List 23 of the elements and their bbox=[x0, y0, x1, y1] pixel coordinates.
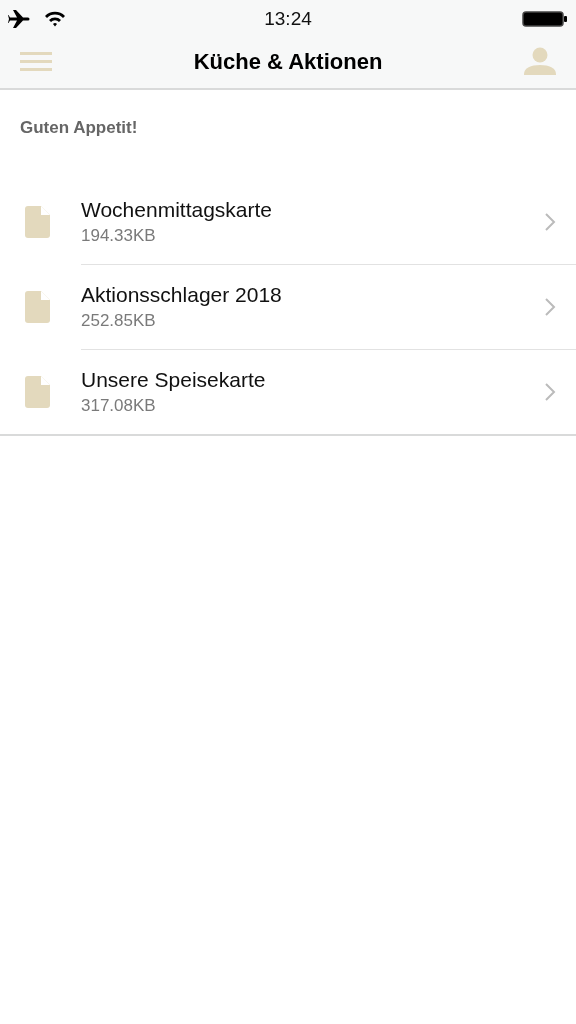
file-name: Aktionsschlager 2018 bbox=[81, 283, 282, 307]
nav-title: Küche & Aktionen bbox=[193, 49, 383, 75]
file-size: 252.85KB bbox=[81, 311, 156, 331]
file-size: 194.33KB bbox=[81, 226, 156, 246]
menu-icon[interactable] bbox=[20, 51, 52, 73]
file-name: Wochenmittagskarte bbox=[81, 198, 273, 222]
file-row[interactable]: Unsere Speisekarte 317.08KB bbox=[81, 349, 576, 434]
chevron-right-icon bbox=[544, 212, 556, 232]
document-icon bbox=[25, 291, 50, 323]
airplane-icon bbox=[8, 9, 32, 29]
section-heading: Guten Appetit! bbox=[19, 117, 139, 139]
file-row[interactable]: Wochenmittagskarte 194.33KB bbox=[0, 180, 576, 264]
file-name: Unsere Speisekarte bbox=[81, 368, 266, 392]
chevron-right-icon bbox=[544, 382, 556, 402]
status-time: 13:24 bbox=[264, 8, 312, 30]
wifi-icon bbox=[44, 10, 66, 28]
battery-icon bbox=[522, 10, 568, 28]
document-icon bbox=[25, 206, 50, 238]
chevron-right-icon bbox=[544, 297, 556, 317]
document-icon bbox=[25, 376, 50, 408]
file-row[interactable]: Aktionsschlager 2018 252.85KB bbox=[81, 264, 576, 349]
user-icon[interactable] bbox=[524, 47, 556, 77]
file-size: 317.08KB bbox=[81, 396, 156, 416]
